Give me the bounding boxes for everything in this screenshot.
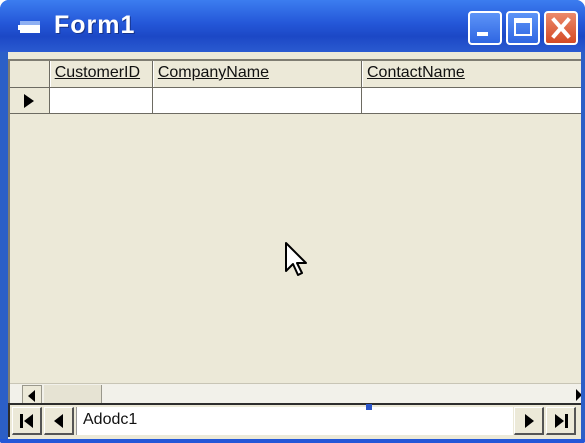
grid-corner-cell: [10, 61, 50, 87]
scroll-right-icon: [576, 389, 581, 401]
scroll-left-button[interactable]: [22, 385, 42, 405]
close-button[interactable]: [544, 11, 578, 45]
form-client-area: CustomerID CompanyName ContactName Adodc…: [8, 52, 581, 439]
ado-data-control[interactable]: Adodc1: [8, 403, 581, 437]
column-header-contactname[interactable]: ContactName: [361, 61, 581, 87]
maximize-icon: [514, 18, 532, 36]
form-icon: [18, 21, 40, 33]
minimize-button[interactable]: [468, 11, 502, 45]
move-next-button[interactable]: [514, 407, 544, 435]
cell-customerid[interactable]: [49, 88, 153, 113]
cell-companyname[interactable]: [152, 88, 362, 113]
title-bar[interactable]: Form1: [0, 0, 585, 52]
row-selector[interactable]: [10, 88, 50, 113]
maximize-button[interactable]: [506, 11, 540, 45]
cell-contactname[interactable]: [361, 88, 581, 113]
adodc-caption-area: Adodc1: [76, 404, 513, 435]
grid-new-row[interactable]: [10, 88, 581, 114]
window-bottom-border: [0, 439, 585, 443]
close-icon: [551, 17, 571, 39]
data-grid[interactable]: CustomerID CompanyName ContactName: [8, 59, 581, 406]
scroll-thumb[interactable]: [44, 385, 102, 405]
minimize-icon: [477, 32, 488, 36]
form-window: Form1 CustomerID CompanyName ContactName…: [0, 0, 585, 443]
scroll-left-icon: [28, 390, 35, 402]
mouse-pointer-icon: [285, 242, 307, 276]
row-pointer-icon: [24, 94, 34, 108]
move-first-button[interactable]: [12, 407, 42, 435]
grid-header-row: CustomerID CompanyName ContactName: [10, 61, 581, 88]
scroll-right-button[interactable]: [572, 385, 581, 405]
move-previous-icon: [54, 414, 63, 428]
selection-handle[interactable]: [366, 404, 372, 410]
move-last-button[interactable]: [546, 407, 576, 435]
adodc-caption: Adodc1: [83, 411, 138, 428]
move-next-icon: [525, 414, 534, 428]
column-header-customerid[interactable]: CustomerID: [49, 61, 153, 87]
window-title: Form1: [54, 11, 136, 39]
move-previous-button[interactable]: [44, 407, 74, 435]
column-header-companyname[interactable]: CompanyName: [152, 61, 362, 87]
